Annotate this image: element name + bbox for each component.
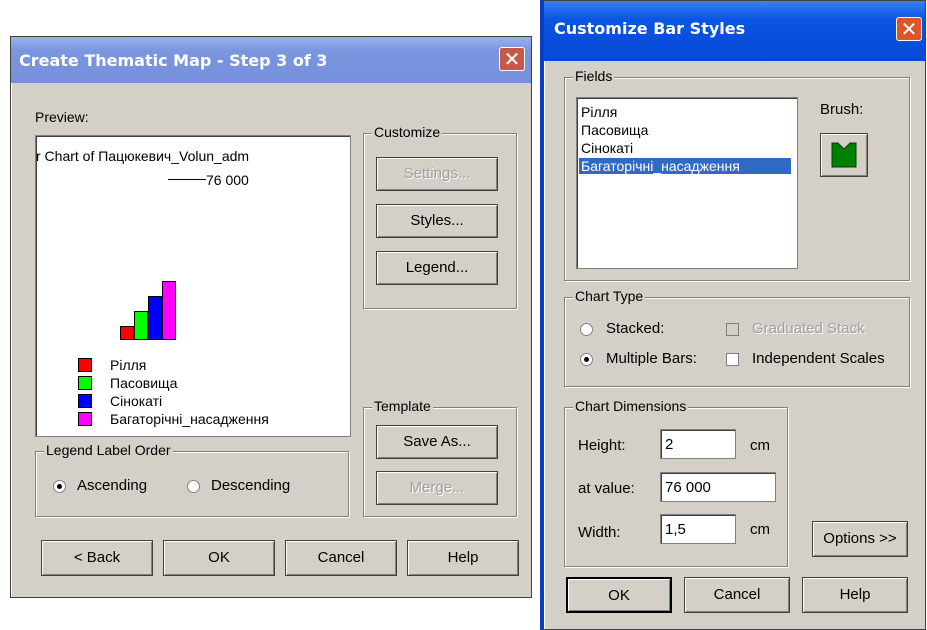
legend-label-2: Пасовища [110, 375, 178, 391]
window-title: Create Thematic Map - Step 3 of 3 [19, 51, 328, 70]
preview-chart-title: r Chart of Пацюкевич_Volun_adm [36, 148, 250, 164]
width-unit: cm [750, 521, 770, 538]
preview-label: Preview: [35, 109, 89, 125]
independent-scales-label[interactable]: Independent Scales [752, 350, 885, 367]
at-value-label: at value: [578, 480, 635, 497]
multiple-bars-radio[interactable] [580, 353, 593, 366]
graduated-stack-checkbox[interactable] [726, 323, 739, 336]
legend-label-3: Сінокаті [110, 393, 163, 409]
window-title: Customize Bar Styles [554, 19, 746, 38]
ok-button[interactable]: OK [163, 540, 275, 576]
fields-group-title: Fields [573, 68, 615, 84]
title-bar[interactable]: Create Thematic Map - Step 3 of 3 ✕ [11, 37, 531, 83]
cancel-button[interactable]: Cancel [684, 577, 790, 613]
preview-value-line [168, 179, 206, 180]
chart-type-group: Chart Type [564, 288, 910, 387]
descending-label[interactable]: Descending [211, 477, 290, 494]
legend-label-1: Рілля [110, 357, 147, 373]
legend-label-4: Багаторічні_насадження [110, 411, 269, 427]
save-as-button[interactable]: Save As... [376, 425, 498, 459]
preview-bar-sinokati [148, 296, 162, 340]
preview-value-label: 76 000 [206, 172, 249, 188]
height-unit: cm [750, 437, 770, 454]
descending-radio[interactable] [187, 480, 200, 493]
brush-button[interactable] [820, 133, 868, 177]
stacked-label[interactable]: Stacked: [606, 320, 664, 337]
ok-button[interactable]: OK [566, 577, 672, 613]
brush-label: Brush: [820, 101, 864, 118]
back-button[interactable]: < Back [41, 540, 153, 576]
legend-swatch-1 [78, 358, 92, 372]
at-value-input[interactable] [660, 472, 776, 502]
merge-button[interactable]: Merge... [376, 471, 498, 505]
preview-bar-rillia [120, 326, 134, 340]
ascending-label[interactable]: Ascending [77, 477, 147, 494]
legend-swatch-4 [78, 412, 92, 426]
legend-swatch-3 [78, 394, 92, 408]
preview-bar-bahatorichni [162, 281, 176, 340]
help-button[interactable]: Help [407, 540, 519, 576]
width-label: Width: [578, 524, 621, 541]
preview-bar-pasovyshcha [134, 311, 148, 340]
height-input[interactable] [660, 429, 736, 459]
chart-type-group-title: Chart Type [573, 288, 646, 304]
list-item[interactable]: Багаторічні_насадження [579, 158, 791, 174]
multiple-bars-label[interactable]: Multiple Bars: [606, 350, 697, 367]
customize-bar-styles-dialog: Customize Bar Styles ✕ Fields Рілля Пасо… [540, 0, 926, 630]
options-button[interactable]: Options >> [812, 521, 908, 557]
ascending-radio[interactable] [53, 480, 66, 493]
create-thematic-map-dialog: Create Thematic Map - Step 3 of 3 ✕ Prev… [10, 36, 532, 598]
width-input[interactable] [660, 514, 736, 544]
graduated-stack-label: Graduated Stack [752, 320, 865, 337]
list-item[interactable]: Рілля [581, 104, 617, 120]
customize-group-title: Customize [372, 124, 443, 140]
close-icon[interactable]: ✕ [896, 17, 922, 41]
styles-button[interactable]: Styles... [376, 204, 498, 238]
legend-swatch-2 [78, 376, 92, 390]
cancel-button[interactable]: Cancel [285, 540, 397, 576]
template-group-title: Template [372, 398, 433, 414]
preview-box: r Chart of Пацюкевич_Volun_adm 76 000 Рі… [35, 135, 351, 437]
settings-button[interactable]: Settings... [376, 157, 498, 191]
stacked-radio[interactable] [580, 323, 593, 336]
fields-list[interactable]: Рілля Пасовища Сінокаті Багаторічні_наса… [576, 97, 798, 269]
height-label: Height: [578, 437, 626, 454]
title-bar[interactable]: Customize Bar Styles ✕ [544, 1, 925, 61]
legend-label-order-title: Legend Label Order [44, 442, 173, 458]
list-item[interactable]: Пасовища [581, 122, 648, 138]
chart-dimensions-group-title: Chart Dimensions [573, 398, 689, 414]
independent-scales-checkbox[interactable] [726, 353, 739, 366]
legend-button[interactable]: Legend... [376, 251, 498, 285]
help-button[interactable]: Help [802, 577, 908, 613]
brush-swatch-icon [831, 142, 857, 168]
list-item[interactable]: Сінокаті [581, 140, 633, 156]
close-icon[interactable]: ✕ [499, 47, 525, 71]
